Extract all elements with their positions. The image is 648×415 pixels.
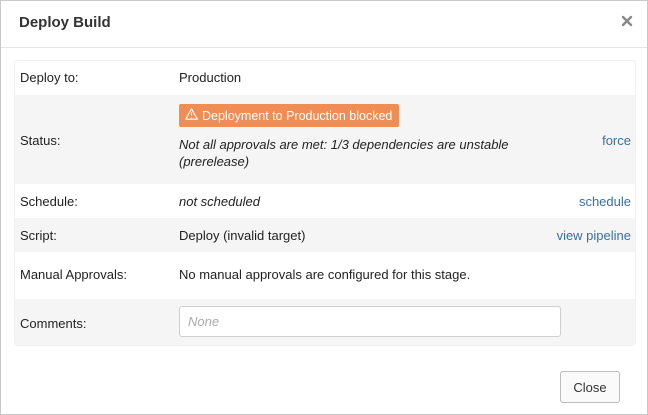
- close-icon[interactable]: [619, 13, 635, 29]
- deploy-to-row: Deploy to: Production: [15, 61, 635, 95]
- status-badge: Deployment to Production blocked: [179, 104, 400, 127]
- close-button[interactable]: Close: [560, 371, 620, 403]
- deploy-details-table: Deploy to: Production Status: Deployment…: [14, 60, 636, 346]
- status-row: Status: Deployment to Production blocked…: [15, 95, 635, 184]
- warning-icon: [185, 108, 202, 123]
- status-label: Status:: [20, 133, 61, 148]
- deploy-to-label: Deploy to:: [20, 70, 79, 85]
- comments-input[interactable]: [179, 306, 561, 337]
- manual-approvals-value: No manual approvals are configured for t…: [179, 267, 471, 282]
- schedule-link[interactable]: schedule: [579, 194, 631, 209]
- manual-approvals-row: Manual Approvals: No manual approvals ar…: [15, 252, 635, 299]
- script-row: Script: Deploy (invalid target) view pip…: [15, 218, 635, 252]
- deploy-to-value: Production: [179, 70, 242, 85]
- view-pipeline-link[interactable]: view pipeline: [557, 228, 631, 243]
- status-badge-text: Deployment to Production blocked: [202, 108, 393, 123]
- schedule-label: Schedule:: [20, 194, 78, 209]
- schedule-value: not scheduled: [179, 194, 260, 209]
- manual-approvals-label: Manual Approvals:: [20, 267, 127, 282]
- dialog-header: Deploy Build: [1, 1, 647, 48]
- script-value: Deploy (invalid target): [179, 228, 306, 243]
- force-link[interactable]: force: [602, 133, 631, 148]
- script-label: Script:: [20, 228, 57, 243]
- status-message: Not all approvals are met: 1/3 dependenc…: [179, 137, 509, 169]
- comments-row: Comments:: [15, 299, 635, 345]
- comments-label: Comments:: [20, 316, 87, 331]
- dialog-title: Deploy Build: [19, 14, 111, 31]
- deploy-build-dialog: Deploy Build Deploy to: Production Statu…: [0, 0, 648, 415]
- schedule-row: Schedule: not scheduled schedule: [15, 184, 635, 218]
